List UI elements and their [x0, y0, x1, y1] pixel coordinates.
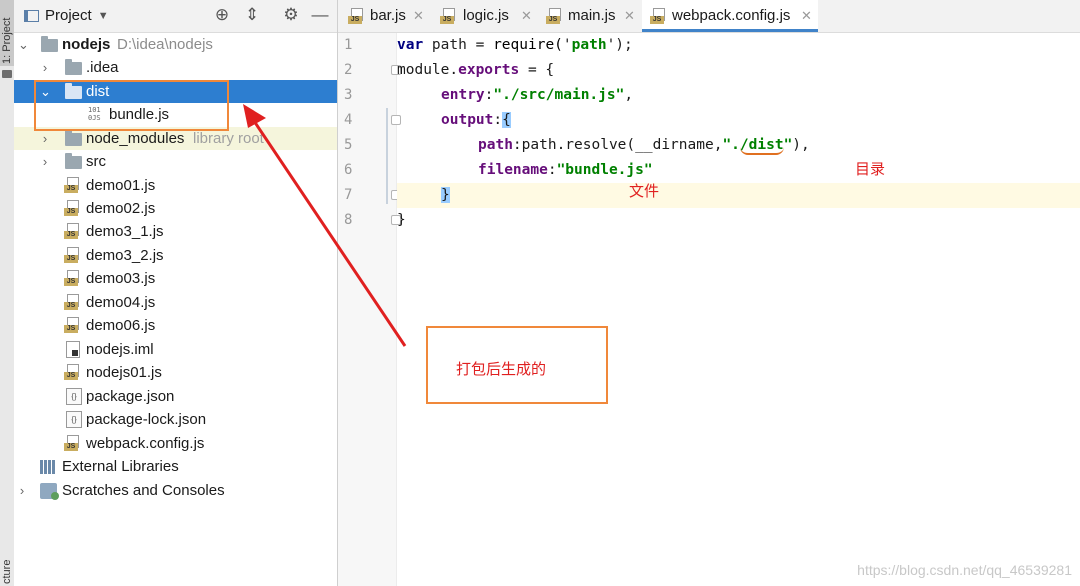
- watermark: https://blog.csdn.net/qq_46539281: [857, 562, 1072, 578]
- annotation-arrow: [243, 104, 407, 347]
- annotation-arrow-line: [250, 117, 407, 347]
